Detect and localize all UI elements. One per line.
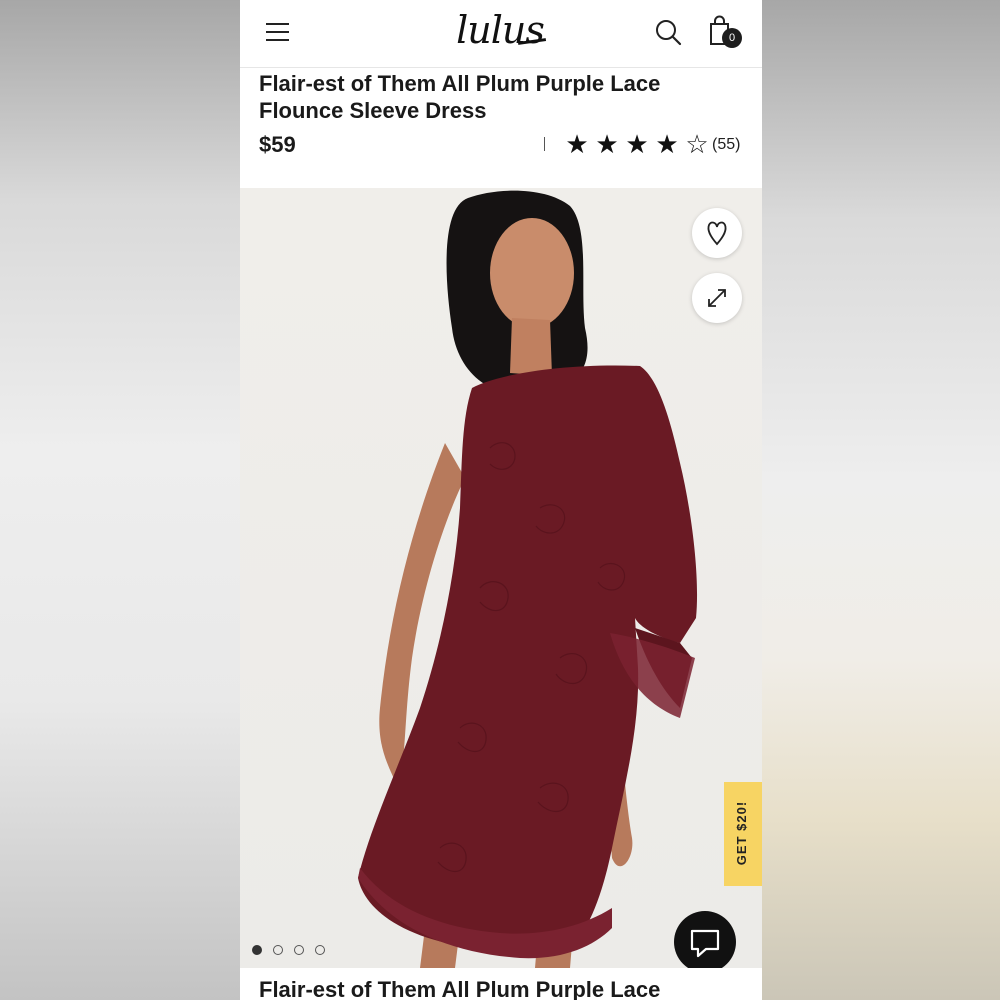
menu-icon[interactable] [264, 20, 292, 44]
expand-icon [708, 289, 726, 307]
expand-image-button[interactable] [692, 273, 742, 323]
gallery-dot[interactable] [315, 945, 325, 955]
star-filled-icon: ★ [655, 130, 679, 160]
top-navigation-bar: lulus 0 [240, 0, 762, 68]
product-price: $59 [259, 132, 296, 157]
mobile-screen: lulus 0 Flair-est of Them All Plum Purpl… [240, 0, 762, 1000]
rating-divider [544, 137, 545, 151]
model-photo [358, 190, 698, 968]
gallery-pagination [252, 945, 325, 955]
search-icon[interactable] [654, 18, 684, 48]
chat-icon [690, 929, 720, 958]
promo-tab[interactable]: GET $20! [724, 782, 762, 886]
star-empty-icon: ☆ [685, 130, 709, 160]
star-filled-icon: ★ [565, 130, 589, 160]
star-filled-icon: ★ [625, 130, 649, 160]
product-image[interactable]: GET $20! [240, 188, 762, 968]
promo-label: GET $20! [734, 800, 749, 866]
favorite-button[interactable] [692, 208, 742, 258]
star-rating[interactable]: ★ ★ ★ ★ ☆ [562, 131, 712, 161]
product-title: Flair-est of Them All Plum Purple Lace F… [259, 71, 661, 123]
cart-count-badge: 0 [722, 28, 742, 48]
backdrop-right [762, 0, 1000, 1000]
brand-logo[interactable]: lulus [450, 6, 550, 56]
backdrop-left [0, 0, 240, 1000]
gallery-dot[interactable] [252, 945, 262, 955]
gallery-dot[interactable] [273, 945, 283, 955]
review-count[interactable]: (55) [712, 136, 740, 154]
gallery-dot[interactable] [294, 945, 304, 955]
star-filled-icon: ★ [595, 130, 619, 160]
product-title-repeat: Flair-est of Them All Plum Purple Lace F… [259, 977, 661, 1000]
heart-icon [707, 221, 727, 246]
chat-button[interactable] [674, 911, 736, 968]
